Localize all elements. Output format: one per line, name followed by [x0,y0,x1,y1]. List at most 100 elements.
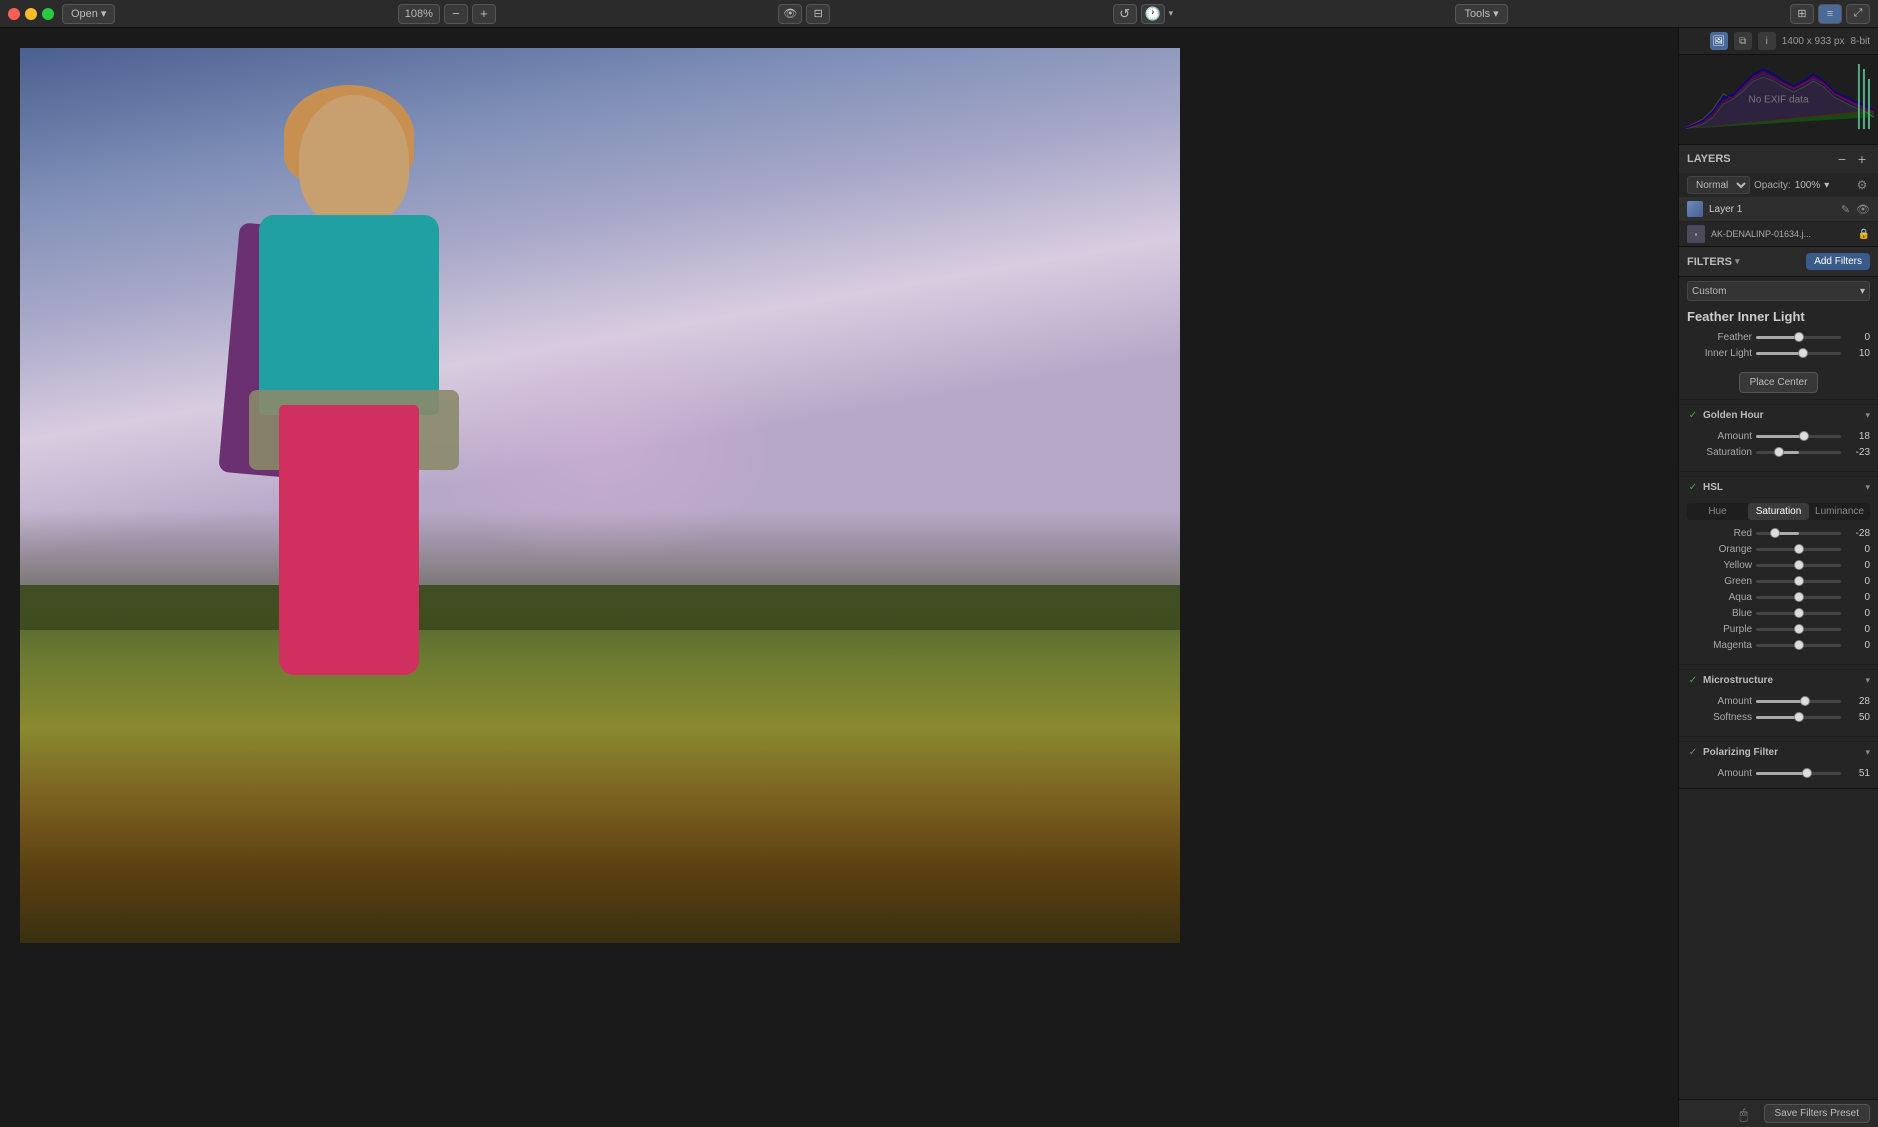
hsl-orange-value: 0 [1845,544,1870,555]
layer-visible-btn[interactable]: 👁 [1856,203,1870,216]
golden-hour-saturation-row: Saturation -23 [1687,447,1870,458]
bit-depth-label: 8-bit [1851,36,1870,47]
microstructure-chevron-icon: ▾ [1865,675,1870,686]
tools-button[interactable]: Tools ▾ [1455,4,1507,24]
feather-slider[interactable] [1756,336,1841,339]
custom-select[interactable]: Custom ▾ [1687,281,1870,301]
layers-minus-btn[interactable]: − [1834,151,1850,167]
figure [229,95,509,675]
hsl-orange-label: Orange [1687,544,1752,555]
hsl-tabs: Hue Saturation Luminance [1687,503,1870,520]
microstructure-header[interactable]: ✓ Microstructure ▾ [1679,670,1878,692]
tools-label: Tools [1464,8,1490,20]
feather-section: Feather 0 Inner Light 10 [1679,328,1878,368]
hsl-tab-hue[interactable]: Hue [1687,503,1748,520]
hsl-check-icon: ✓ [1687,482,1699,494]
add-filters-button[interactable]: Add Filters [1806,253,1870,270]
microstructure-amount-slider[interactable] [1756,700,1841,703]
save-filters-preset-button[interactable]: Save Filters Preset [1764,1104,1870,1123]
golden-hour-amount-label: Amount [1687,431,1752,442]
zoom-out-button[interactable]: − [444,4,468,24]
grid-icon[interactable]: ⊞ [1790,4,1814,24]
microstructure-softness-slider[interactable] [1756,716,1841,719]
history-controls: ↺ 🕐 ▾ [1113,4,1174,24]
open-button[interactable]: Open ▾ [62,4,115,24]
polarizing-filter-header[interactable]: ✓ Polarizing Filter ▾ [1679,742,1878,764]
hsl-blue-slider[interactable] [1756,612,1841,615]
layers-section: LAYERS − + Normal Opacity: 100% ▾ ⚙ [1679,145,1878,247]
history-chevron: ▾ [1169,8,1174,19]
hsl-magenta-value: 0 [1845,640,1870,651]
divider-1 [1679,399,1878,400]
histogram-area: No EXIF data [1679,55,1878,145]
place-center-button[interactable]: Place Center [1739,372,1819,393]
hsl-purple-slider[interactable] [1756,628,1841,631]
hsl-orange-slider[interactable] [1756,548,1841,551]
zoom-in-button[interactable]: + [472,4,496,24]
close-button[interactable] [8,8,20,20]
polarizing-amount-value: 51 [1845,768,1870,779]
info-bar: 🖼 ⧉ i 1400 x 933 px 8-bit [1679,28,1878,55]
hsl-header[interactable]: ✓ HSL ▾ [1679,477,1878,499]
hsl-red-label: Red [1687,528,1752,539]
right-icons: ⊞ ≡ ⤢ [1790,4,1870,24]
layer-edit-btn[interactable]: ✎ [1841,203,1850,216]
hsl-green-slider[interactable] [1756,580,1841,583]
hsl-chevron-icon: ▾ [1865,482,1870,493]
expand-icon[interactable]: ⤢ [1846,4,1870,24]
custom-label: Custom [1692,286,1726,297]
layers-icon-btn[interactable]: ⧉ [1734,32,1752,50]
shirt [259,215,439,415]
hsl-aqua-slider[interactable] [1756,596,1841,599]
polarizing-amount-slider[interactable] [1756,772,1841,775]
blend-mode-select[interactable]: Normal [1687,176,1750,194]
opacity-dropdown[interactable]: ▾ [1824,180,1829,191]
hsl-aqua-value: 0 [1845,592,1870,603]
image-icon[interactable]: 🖼 [1710,32,1728,50]
split-view-icon[interactable]: ⊟ [806,4,830,24]
golden-hour-header[interactable]: ✓ Golden Hour ▾ [1679,405,1878,427]
golden-hour-saturation-slider[interactable] [1756,451,1841,454]
maximize-button[interactable] [42,8,54,20]
golden-hour-chevron-icon: ▾ [1865,410,1870,421]
file-lock-icon: 🔒 [1858,229,1870,240]
layers-section-header[interactable]: LAYERS − + [1679,145,1878,173]
minimize-button[interactable] [25,8,37,20]
eye-icon[interactable]: 👁 [778,4,802,24]
microstructure-group: ✓ Microstructure ▾ Amount 28 [1679,669,1878,732]
undo-icon[interactable]: ↺ [1113,4,1137,24]
sliders-icon[interactable]: ≡ [1818,4,1842,24]
golden-hour-saturation-label: Saturation [1687,447,1752,458]
canvas-area[interactable] [0,28,1678,1127]
no-exif-label: No EXIF data [1748,94,1808,105]
microstructure-amount-row: Amount 28 [1687,696,1870,707]
layer-item-1[interactable]: Layer 1 ✎ 👁 [1679,197,1878,222]
hsl-tab-saturation[interactable]: Saturation [1748,503,1809,520]
layers-plus-btn[interactable]: + [1854,151,1870,167]
file-row: ▪ AK-DENALINP-01634.j... 🔒 [1679,222,1878,246]
filters-chevron-icon: ▾ [1735,256,1740,267]
hsl-blue-value: 0 [1845,608,1870,619]
layer-blend-icon [1687,201,1703,217]
zoom-group: 108% − + [398,4,496,24]
hsl-magenta-label: Magenta [1687,640,1752,651]
hsl-yellow-slider[interactable] [1756,564,1841,567]
inner-light-slider[interactable] [1756,352,1841,355]
layer-name: Layer 1 [1709,204,1835,215]
info-icon-btn[interactable]: i [1758,32,1776,50]
hsl-tab-luminance[interactable]: Luminance [1809,503,1870,520]
history-icon[interactable]: 🕐 [1141,4,1165,24]
golden-hour-check-icon: ✓ [1687,410,1699,422]
polarizing-filter-title: Polarizing Filter [1703,747,1861,758]
filters-section: FILTERS ▾ Add Filters Custom ▾ Feather I… [1679,247,1878,789]
golden-hour-amount-slider[interactable] [1756,435,1841,438]
hsl-red-slider[interactable] [1756,532,1841,535]
hsl-magenta-slider[interactable] [1756,644,1841,647]
filters-header: FILTERS ▾ Add Filters [1679,247,1878,277]
polarizing-amount-label: Amount [1687,768,1752,779]
zoom-display[interactable]: 108% [398,4,440,24]
golden-hour-group: ✓ Golden Hour ▾ Amount 18 [1679,404,1878,467]
layers-gear-btn[interactable]: ⚙ [1854,177,1870,193]
head [299,95,409,225]
filters-title-text: FILTERS [1687,256,1732,268]
